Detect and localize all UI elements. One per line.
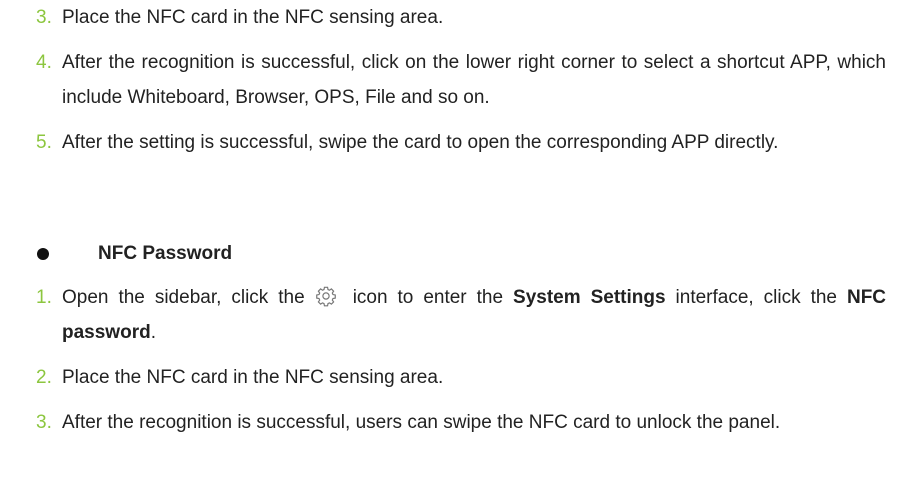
list-item-step-3: 3. Place the NFC card in the NFC sensing…: [36, 0, 886, 35]
step-number: 5.: [36, 132, 52, 153]
list-item-step-3b: 3. After the recognition is successful, …: [36, 405, 886, 440]
list-item-step-4: 4. After the recognition is successful, …: [36, 45, 886, 115]
step-text: Place the NFC card in the NFC sensing ar…: [62, 7, 444, 28]
step-number: 4.: [36, 52, 52, 73]
step-text-part: icon to enter the: [352, 287, 504, 308]
step-text: Open the sidebar, click the icon to ente…: [62, 280, 886, 350]
bullet-icon: [37, 248, 49, 260]
emphasis-system-settings: System Settings: [513, 287, 666, 308]
step-text-part: Open the sidebar, click the: [62, 287, 305, 308]
step-text: After the recognition is successful, cli…: [62, 52, 886, 108]
step-number: 3.: [36, 7, 52, 28]
step-text-part: interface, click the: [675, 287, 837, 308]
step-number: 3.: [36, 412, 52, 433]
step-text: After the recognition is successful, use…: [62, 412, 781, 433]
step-text: After the setting is successful, swipe t…: [62, 132, 779, 153]
section-heading: NFC Password: [36, 236, 232, 271]
gear-icon: [315, 286, 336, 307]
document-page: 3. Place the NFC card in the NFC sensing…: [0, 0, 916, 496]
list-item-step-2: 2. Place the NFC card in the NFC sensing…: [36, 360, 886, 395]
step-number: 1.: [36, 287, 52, 308]
list-item-step-5: 5. After the setting is successful, swip…: [36, 125, 886, 160]
section-title: NFC Password: [98, 243, 233, 264]
step-text: Place the NFC card in the NFC sensing ar…: [62, 367, 444, 388]
list-item-step-1: 1. Open the sidebar, click the icon to e…: [36, 280, 886, 350]
step-text-part: .: [150, 322, 156, 343]
step-number: 2.: [36, 367, 52, 388]
